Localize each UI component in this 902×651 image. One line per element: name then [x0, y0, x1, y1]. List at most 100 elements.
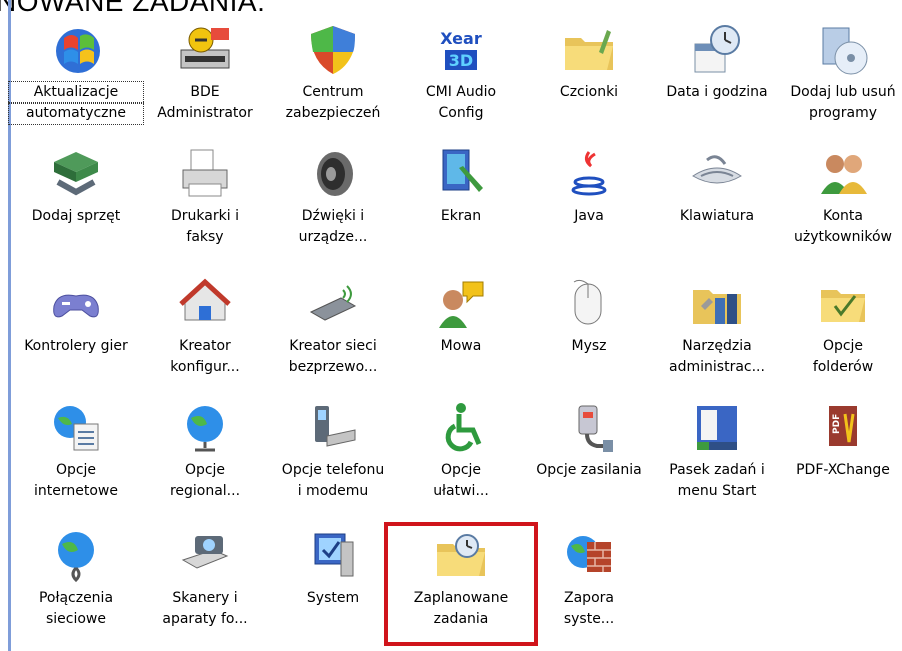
svg-text:3D: 3D — [449, 51, 473, 70]
folder-options-icon — [813, 276, 873, 332]
network-house-icon — [175, 276, 235, 332]
cp-item-konta[interactable]: Konta użytkowników — [780, 142, 902, 258]
cp-item-opcje-zasilania[interactable]: Opcje zasilania — [526, 396, 652, 512]
cp-item-kreator-konfigur[interactable]: Kreator konfigur... — [142, 272, 268, 388]
cp-item-data-godzina[interactable]: Data i godzina — [654, 18, 780, 134]
item-label-2: urządze... — [298, 229, 368, 245]
item-label: CMI Audio — [425, 84, 497, 100]
cp-item-skanery[interactable]: Skanery i aparaty fo... — [142, 524, 268, 640]
cp-item-czcionki[interactable]: Czcionki — [526, 18, 652, 134]
item-label: Java — [574, 208, 604, 224]
item-label: Kreator — [179, 338, 231, 354]
item-label-2: automatyczne — [8, 102, 144, 125]
item-label-2: administrac... — [669, 359, 765, 375]
cp-item-dodaj-sprzet[interactable]: Dodaj sprzęt — [13, 142, 139, 258]
cp-item-opcje-folderow[interactable]: Opcje folderów — [780, 272, 902, 388]
wireless-adapter-icon — [303, 276, 363, 332]
item-label: Dźwięki i — [301, 208, 365, 224]
item-label: Opcje — [55, 462, 97, 478]
fonts-folder-icon — [559, 22, 619, 78]
item-label: Pasek zadań i — [669, 462, 765, 478]
item-label: Opcje — [822, 338, 864, 354]
printer-icon — [175, 146, 235, 202]
item-label: Czcionki — [559, 84, 619, 100]
item-label-2: Administrator — [157, 105, 253, 121]
clock-calendar-icon — [687, 22, 747, 78]
cp-item-opcje-ulatwien[interactable]: Opcje ułatwi... — [398, 396, 524, 512]
item-label: Data i godzina — [666, 84, 768, 100]
item-label-2: folderów — [812, 359, 874, 375]
xear-3d-icon: Xear 3D — [431, 22, 491, 78]
java-cup-icon — [559, 146, 619, 202]
globe-icon — [175, 400, 235, 456]
cp-item-aktualizacje[interactable]: Aktualizacje automatyczne — [8, 18, 144, 134]
item-label: Dodaj lub usuń — [790, 84, 896, 100]
cp-item-java[interactable]: Java — [526, 142, 652, 258]
item-label-2: menu Start — [677, 483, 757, 499]
windows-update-icon — [46, 22, 106, 78]
item-label: Zapora — [564, 590, 614, 606]
cp-item-polaczenia[interactable]: Połączenia sieciowe — [13, 524, 139, 640]
cp-item-kreator-sieci[interactable]: Kreator sieci bezprzewo... — [270, 272, 396, 388]
cp-item-zapora[interactable]: Zapora syste... — [526, 524, 652, 640]
item-label-2: sieciowe — [45, 611, 106, 627]
item-label: Opcje — [184, 462, 226, 478]
item-label: Mysz — [571, 338, 607, 354]
mouse-icon — [559, 276, 619, 332]
item-label-2: użytkowników — [793, 229, 892, 245]
item-label-2: regional... — [169, 483, 241, 499]
svg-text:PDF: PDF — [832, 414, 842, 434]
display-icon — [431, 146, 491, 202]
cp-item-narzedzia[interactable]: Narzędzia administrac... — [654, 272, 780, 388]
item-label-2: Config — [438, 105, 484, 121]
speaker-icon — [303, 146, 363, 202]
item-label: PDF-XChange — [796, 462, 890, 478]
user-accounts-icon — [813, 146, 873, 202]
cp-item-opcje-internetowe[interactable]: Opcje internetowe — [13, 396, 139, 512]
item-label: Klawiatura — [679, 208, 755, 224]
accessibility-icon — [431, 400, 491, 456]
cp-item-bde[interactable]: BDE Administrator — [142, 18, 268, 134]
item-label-2: zabezpieczeń — [285, 105, 381, 121]
cp-item-system[interactable]: System — [270, 524, 396, 640]
item-label: Opcje — [440, 462, 482, 478]
item-label: Drukarki i — [171, 208, 239, 224]
item-label: Opcje zasilania — [536, 462, 642, 478]
power-options-icon — [559, 400, 619, 456]
cp-item-cmi-audio[interactable]: Xear 3D CMI Audio Config — [398, 18, 524, 134]
cp-item-centrum[interactable]: Centrum zabezpieczeń — [270, 18, 396, 134]
gamepad-icon — [46, 276, 106, 332]
svg-text:Xear: Xear — [440, 29, 482, 48]
item-label: Kreator sieci — [289, 338, 377, 354]
cp-item-ekran[interactable]: Ekran — [398, 142, 524, 258]
cp-item-dzwieki[interactable]: Dźwięki i urządze... — [270, 142, 396, 258]
cp-item-drukarki[interactable]: Drukarki i faksy — [142, 142, 268, 258]
security-shield-icon — [303, 22, 363, 78]
item-label-2: faksy — [186, 229, 224, 245]
cp-item-opcje-regional[interactable]: Opcje regional... — [142, 396, 268, 512]
cp-item-kontrolery[interactable]: Kontrolery gier — [13, 272, 139, 388]
item-label: Centrum — [302, 84, 364, 100]
item-label: Ekran — [440, 208, 482, 224]
item-label-2: bezprzewo... — [288, 359, 378, 375]
item-label-2: konfigur... — [170, 359, 240, 375]
cp-item-pasek-zadan[interactable]: Pasek zadań i menu Start — [654, 396, 780, 512]
item-label-2: syste... — [563, 611, 615, 627]
item-label-2: internetowe — [34, 483, 118, 499]
cp-item-klawiatura[interactable]: Klawiatura — [654, 142, 780, 258]
add-hardware-icon — [46, 146, 106, 202]
cp-item-opcje-telefonu[interactable]: Opcje telefonu i modemu — [270, 396, 396, 512]
item-label-2: i modemu — [297, 483, 369, 499]
admin-tools-icon — [687, 276, 747, 332]
system-icon — [303, 528, 363, 584]
item-label: Mowa — [440, 338, 482, 354]
keyboard-icon — [687, 146, 747, 202]
add-remove-programs-icon — [813, 22, 873, 78]
cp-item-mysz[interactable]: Mysz — [526, 272, 652, 388]
cp-item-mowa[interactable]: Mowa — [398, 272, 524, 388]
cp-item-dodaj-usun[interactable]: Dodaj lub usuń programy — [780, 18, 902, 134]
internet-options-icon — [46, 400, 106, 456]
item-label: BDE — [190, 84, 220, 100]
cp-item-pdf-xchange[interactable]: PDF PDF-XChange — [780, 396, 902, 512]
item-label: System — [306, 590, 360, 606]
